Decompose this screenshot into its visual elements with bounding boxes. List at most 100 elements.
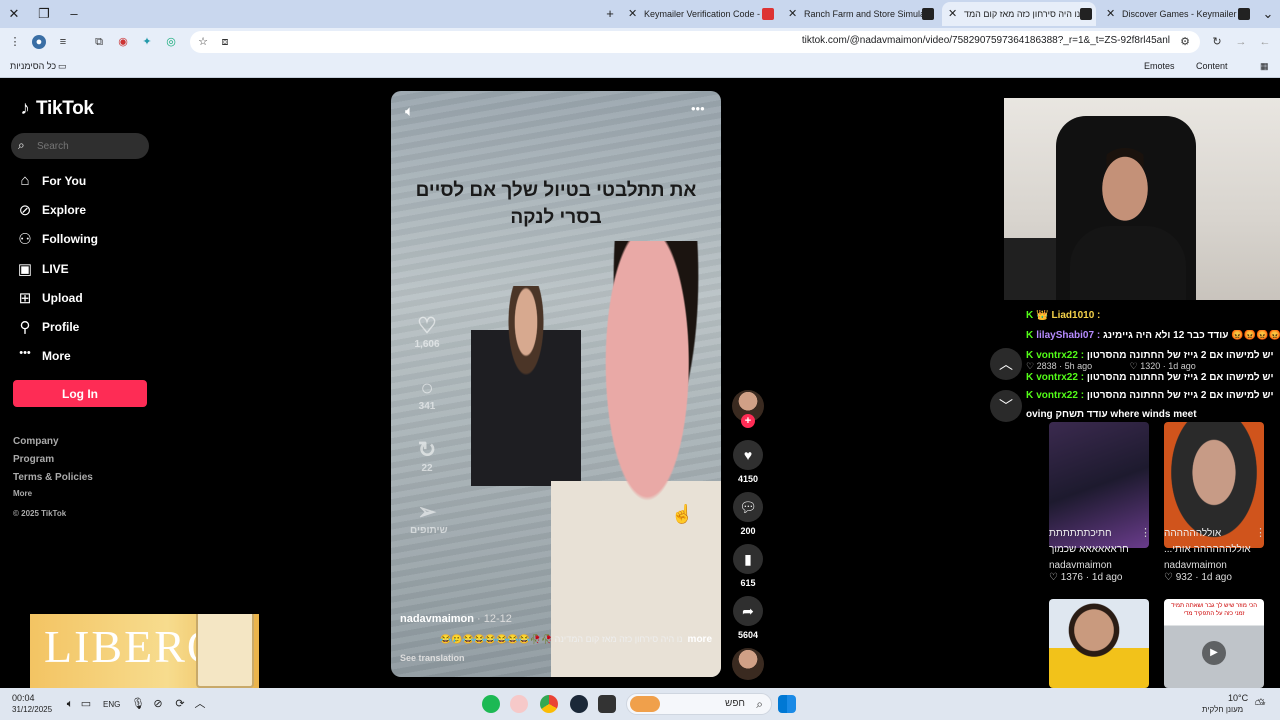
new-tab-icon[interactable]: + [600,4,620,24]
footer-company-link[interactable]: Company [13,436,59,447]
spotify-app-icon[interactable] [482,695,500,713]
steam-app-icon[interactable] [570,695,588,713]
bookmark-content[interactable]: Content [1196,61,1228,71]
install-app-icon[interactable]: ⧈ [218,35,232,49]
window-close-icon[interactable]: ✕ [4,4,24,24]
extension-bird-icon[interactable]: ✦ [140,35,154,49]
forward-icon[interactable]: → [1234,35,1248,49]
play-icon[interactable]: ▶ [1202,641,1226,665]
nav-for-you[interactable]: ⌂ For You [14,171,154,193]
extension-fox-icon[interactable]: ◉ [116,35,130,49]
microphone-icon[interactable]: 🎙︎ [130,696,146,712]
login-button[interactable]: Log In [13,380,147,407]
author-name[interactable]: nadavmaimon [400,613,474,625]
tab-keymailer-verification[interactable]: ✕ Keymailer Verification Code - s [622,2,778,26]
taskbar-search[interactable]: חפש ⌕ [626,693,772,715]
feed-title[interactable]: חראאאאאא שכמוך [1049,544,1147,555]
weather-temperature[interactable]: 10°C [1228,693,1248,703]
window-restore-icon[interactable]: ❐ [34,4,54,24]
search-box[interactable]: ⌕ [11,133,149,159]
url-text[interactable]: tiktok.com/@nadavmaimon/video/7582907597… [802,35,1170,46]
feed-video-thumbnail[interactable]: הכי מוזר שיש לך גבר ושאתה תמיד זמני כזה … [1164,599,1264,688]
video-author[interactable]: nadavmaimon · 12-12 [400,613,512,625]
app-icon[interactable] [510,695,528,713]
tab-tiktok-video[interactable]: ✕ נו היה סירחון כזה מאז קום המד [942,2,1096,26]
like-count: 4150 [737,474,759,484]
libero-ad-banner[interactable]: LIBERO [30,614,259,688]
comment-action[interactable]: 💬︎ 200 [732,492,764,536]
music-disc-avatar[interactable] [732,648,764,680]
nav-following[interactable]: ⚇ Following [14,229,154,251]
share-action[interactable]: ➦ 5604 [732,596,764,640]
close-tab-icon[interactable]: ✕ [628,2,637,26]
video-player[interactable]: 🔈︎ ••• את תתלבטי בטיול שלך אם לסיים בסרי… [391,91,721,677]
nav-live[interactable]: ▣ LIVE [14,259,154,281]
apps-grid-icon[interactable]: ▦ [1260,61,1269,72]
previous-video-button[interactable]: ︿ [990,348,1022,380]
language-indicator[interactable]: ENG [103,700,120,709]
sync-icon[interactable]: ⟳ [172,696,188,712]
feed-more-options-icon[interactable]: ⋮ [1140,526,1151,539]
profile-avatar-icon[interactable]: ● [32,35,46,49]
search-input[interactable] [37,138,137,154]
nav-profile[interactable]: ⚲ Profile [14,317,154,339]
follow-plus-icon[interactable]: + [741,414,755,428]
footer-more-link[interactable]: More [13,489,32,498]
chrome-app-icon[interactable] [540,695,558,713]
clock-time[interactable]: 00:04 [12,693,35,703]
logo-text: TikTok [36,98,94,119]
omnibox[interactable]: ☆ ⧈ tiktok.com/@nadavmaimon/video/758290… [190,31,1200,53]
close-tab-icon[interactable]: ✕ [1106,2,1115,26]
nav-upload[interactable]: ⊞ Upload [14,288,154,310]
windows-start-icon[interactable] [778,695,796,713]
feed-more-options-icon[interactable]: ⋮ [1255,526,1266,539]
bookmark-emotes[interactable]: Emotes [1144,61,1175,71]
weather-cloud-icon[interactable]: ⛅︎ [1252,696,1268,712]
footer-terms-link[interactable]: Terms & Policies [13,472,93,483]
site-settings-icon[interactable]: ⚙ [1178,35,1192,49]
feed-video-thumbnail[interactable] [1049,599,1149,688]
next-video-button[interactable]: ﹀ [990,390,1022,422]
heart-icon[interactable]: ♥ [733,440,763,470]
tiktok-logo[interactable]: ♪ TikTok [16,98,94,120]
extension-icon[interactable]: ≡ [56,35,70,49]
tab-ranch-farm[interactable]: ✕ Ranch Farm and Store Simulato [782,2,938,26]
extensions-puzzle-icon[interactable]: ⧉ [92,35,106,49]
feed-title[interactable]: אוללהההההה [1164,528,1262,539]
weather-description[interactable]: מעונן חלקית [1202,705,1243,714]
video-more-options-icon[interactable]: ••• [691,101,705,116]
close-tab-icon[interactable]: ✕ [788,2,797,26]
bluetooth-off-icon[interactable]: ⊘ [150,696,166,712]
like-action[interactable]: ♥ 4150 [732,440,764,484]
comment-icon[interactable]: 💬︎ [733,492,763,522]
tab-search-icon[interactable]: ⌄ [1258,4,1278,24]
show-hidden-icons-chevron-icon[interactable]: ︿ [192,696,208,712]
nav-explore[interactable]: ⊘ Explore [14,200,154,222]
see-translation-link[interactable]: See translation [400,653,465,663]
volume-icon[interactable]: 🔈︎ [62,696,78,712]
all-bookmarks-link[interactable]: כל הסימניות [10,61,56,71]
back-icon[interactable]: ← [1258,35,1272,49]
share-arrow-icon[interactable]: ➦ [733,596,763,626]
clock-date[interactable]: 31/12/2025 [12,705,52,714]
terminal-app-icon[interactable] [598,695,616,713]
caption-more-link[interactable]: more [688,634,712,645]
nav-more[interactable]: ••• More [14,346,154,368]
menu-icon[interactable]: ⋮ [8,35,22,49]
volume-icon[interactable]: 🔈︎ [405,103,414,120]
footer-program-link[interactable]: Program [13,454,54,465]
network-icon[interactable]: ▭ [78,696,94,712]
feed-author[interactable]: nadavmaimon [1049,560,1112,571]
feed-title[interactable]: חתיכתתתתתת [1049,528,1147,539]
tab-discover-games[interactable]: ✕ Discover Games - Keymailer [1100,2,1254,26]
feed-title[interactable]: ...אוללהההההה אותי [1164,544,1262,555]
reload-icon[interactable]: ↻ [1210,35,1224,49]
ghost-count: 341 [418,401,436,412]
save-action[interactable]: ▮ 615 [732,544,764,588]
feed-author[interactable]: nadavmaimon [1164,560,1227,571]
extension-grammarly-icon[interactable]: ◎ [164,35,178,49]
window-minimize-icon[interactable]: – [64,4,84,24]
bookmark-icon[interactable]: ▮ [733,544,763,574]
close-tab-icon[interactable]: ✕ [948,2,957,26]
bookmark-star-icon[interactable]: ☆ [196,35,210,49]
